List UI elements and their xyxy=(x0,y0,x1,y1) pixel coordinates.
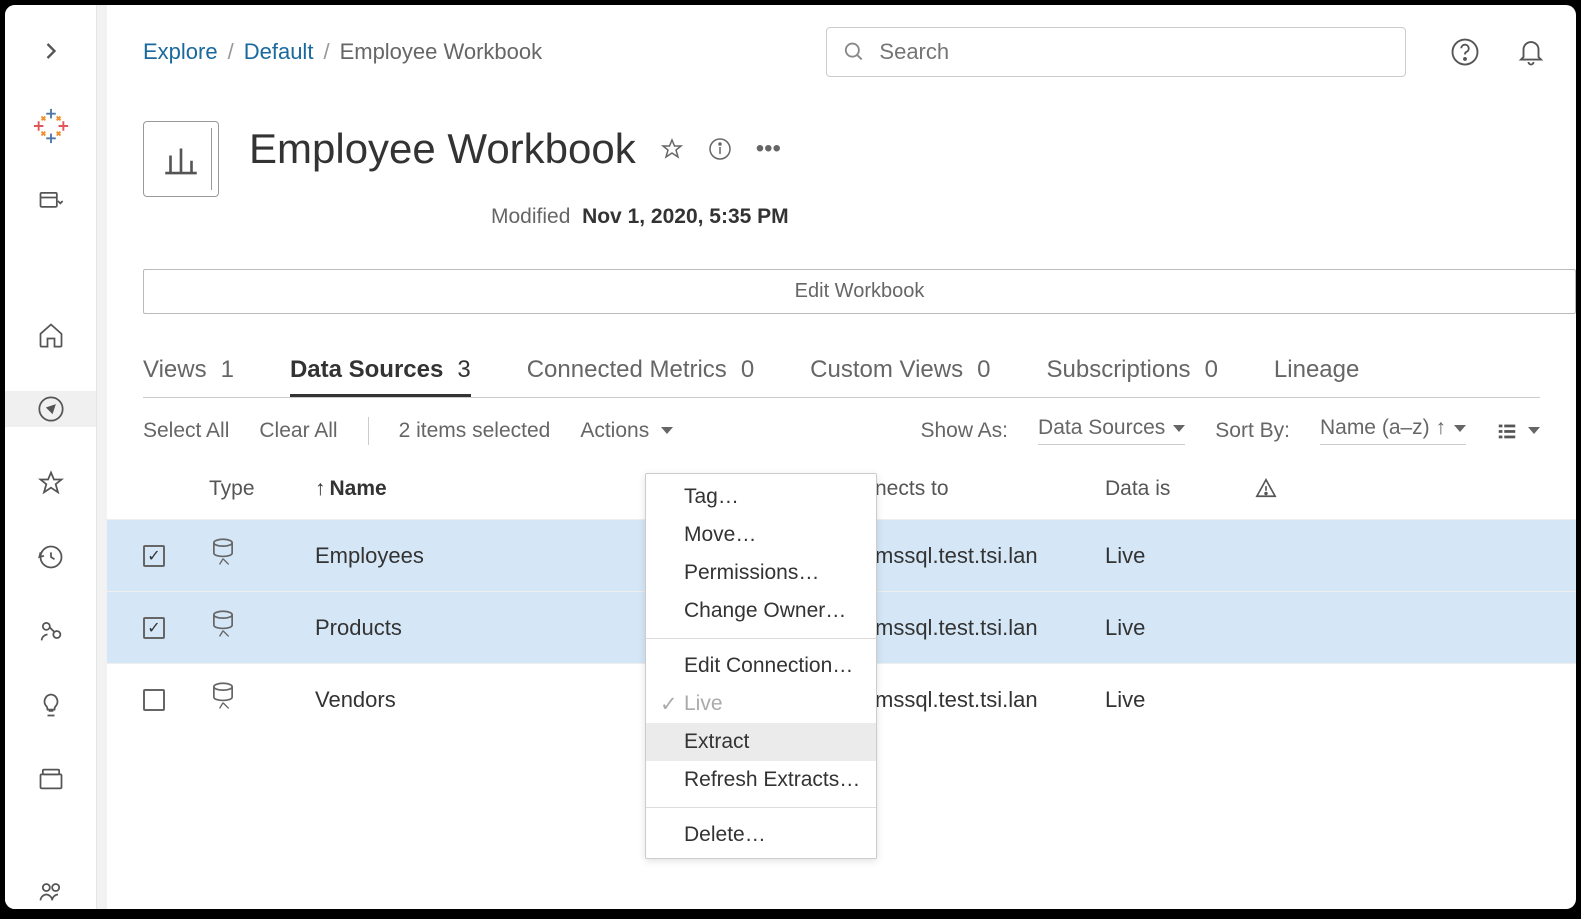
row-connects: mssql.test.tsi.lan xyxy=(875,543,1105,569)
view-mode-toggle[interactable] xyxy=(1496,420,1540,442)
people-icon xyxy=(37,877,65,905)
sidebar-home[interactable] xyxy=(5,317,96,353)
col-header-type[interactable]: Type xyxy=(209,477,315,505)
menu-permissions[interactable]: Permissions… xyxy=(646,554,876,592)
sidebar-shared[interactable] xyxy=(5,613,96,649)
row-connects: mssql.test.tsi.lan xyxy=(875,687,1105,713)
breadcrumb-current: Employee Workbook xyxy=(340,39,543,65)
lightbulb-icon xyxy=(37,691,65,719)
row-data-is: Live xyxy=(1105,687,1255,713)
search-icon xyxy=(843,40,865,64)
actions-dropdown[interactable]: Actions xyxy=(580,419,673,443)
search-input[interactable] xyxy=(879,39,1389,65)
modified-value: Nov 1, 2020, 5:35 PM xyxy=(582,205,789,228)
menu-edit-connection[interactable]: Edit Connection… xyxy=(646,647,876,685)
home-icon xyxy=(37,321,65,349)
datasource-icon xyxy=(209,537,237,569)
caret-down-icon xyxy=(1173,425,1185,432)
menu-delete[interactable]: Delete… xyxy=(646,816,876,854)
row-checkbox[interactable] xyxy=(143,545,165,567)
sidebar-users[interactable] xyxy=(5,873,96,909)
menu-change-owner[interactable]: Change Owner… xyxy=(646,592,876,630)
selected-count: 2 items selected xyxy=(399,419,551,443)
window-dropdown-icon xyxy=(37,187,65,215)
people-share-icon xyxy=(37,617,65,645)
favorite-star-icon[interactable] xyxy=(660,137,684,161)
row-checkbox[interactable] xyxy=(143,617,165,639)
warning-icon xyxy=(1255,477,1277,499)
sidebar-explore[interactable] xyxy=(5,391,96,427)
more-icon[interactable]: ••• xyxy=(756,135,781,163)
col-header-data-is[interactable]: Data is xyxy=(1105,477,1255,505)
chart-icon xyxy=(160,138,202,180)
breadcrumb-explore[interactable]: Explore xyxy=(143,39,218,65)
box-icon xyxy=(37,765,65,793)
sidebar-new[interactable] xyxy=(5,183,96,219)
sidebar-recommend[interactable] xyxy=(5,687,96,723)
sidebar-collections[interactable] xyxy=(5,761,96,797)
info-icon[interactable] xyxy=(708,137,732,161)
sidebar-expand[interactable] xyxy=(5,33,96,69)
select-all-link[interactable]: Select All xyxy=(143,419,229,443)
tab-lineage[interactable]: Lineage xyxy=(1274,356,1359,397)
tabs-bar: Views1 Data Sources3 Connected Metrics0 … xyxy=(143,356,1540,398)
breadcrumb: Explore / Default / Employee Workbook xyxy=(143,39,542,65)
row-checkbox[interactable] xyxy=(143,689,165,711)
tab-data-sources[interactable]: Data Sources3 xyxy=(290,356,471,397)
search-box[interactable] xyxy=(826,27,1406,77)
tab-subscriptions[interactable]: Subscriptions0 xyxy=(1046,356,1217,397)
row-data-is: Live xyxy=(1105,615,1255,641)
sidebar-logo[interactable] xyxy=(5,107,96,145)
menu-move[interactable]: Move… xyxy=(646,516,876,554)
clock-icon xyxy=(37,543,65,571)
tab-connected-metrics[interactable]: Connected Metrics0 xyxy=(527,356,754,397)
clear-all-link[interactable]: Clear All xyxy=(259,419,337,443)
compass-icon xyxy=(37,395,65,423)
menu-refresh-extracts[interactable]: Refresh Extracts… xyxy=(646,761,876,799)
show-as-dropdown[interactable]: Data Sources xyxy=(1038,416,1185,445)
tableau-logo-icon xyxy=(32,107,70,145)
breadcrumb-project[interactable]: Default xyxy=(244,39,314,65)
caret-down-icon xyxy=(1454,425,1466,432)
workbook-icon xyxy=(143,121,219,197)
menu-live: ✓Live xyxy=(646,685,876,723)
row-connects: mssql.test.tsi.lan xyxy=(875,615,1105,641)
caret-down-icon xyxy=(661,427,673,434)
left-sidebar xyxy=(5,5,97,909)
col-header-warning[interactable] xyxy=(1255,477,1305,505)
row-data-is: Live xyxy=(1105,543,1255,569)
menu-extract[interactable]: Extract xyxy=(646,723,876,761)
sidebar-recents[interactable] xyxy=(5,539,96,575)
sidebar-favorites[interactable] xyxy=(5,465,96,501)
list-toolbar: Select All Clear All 2 items selected Ac… xyxy=(107,398,1576,463)
tab-custom-views[interactable]: Custom Views0 xyxy=(810,356,990,397)
actions-context-menu: Tag… Move… Permissions… Change Owner… Ed… xyxy=(645,473,877,859)
datasource-icon xyxy=(209,681,237,713)
tab-views[interactable]: Views1 xyxy=(143,356,234,397)
menu-tag[interactable]: Tag… xyxy=(646,478,876,516)
sort-by-dropdown[interactable]: Name (a–z) ↑ xyxy=(1320,416,1466,445)
page-title: Employee Workbook xyxy=(249,125,636,173)
modified-label: Modified xyxy=(491,205,570,228)
sort-by-label: Sort By: xyxy=(1215,419,1290,443)
col-header-connects[interactable]: nects to xyxy=(875,477,1105,505)
show-as-label: Show As: xyxy=(920,419,1008,443)
datasource-icon xyxy=(209,609,237,641)
help-icon[interactable] xyxy=(1450,37,1480,67)
chevron-right-icon xyxy=(37,37,65,65)
caret-down-icon xyxy=(1528,427,1540,434)
scrollbar[interactable] xyxy=(97,5,107,909)
list-view-icon xyxy=(1496,420,1518,442)
edit-workbook-button[interactable]: Edit Workbook xyxy=(143,269,1576,314)
star-icon xyxy=(37,469,65,497)
bell-icon[interactable] xyxy=(1516,37,1546,67)
